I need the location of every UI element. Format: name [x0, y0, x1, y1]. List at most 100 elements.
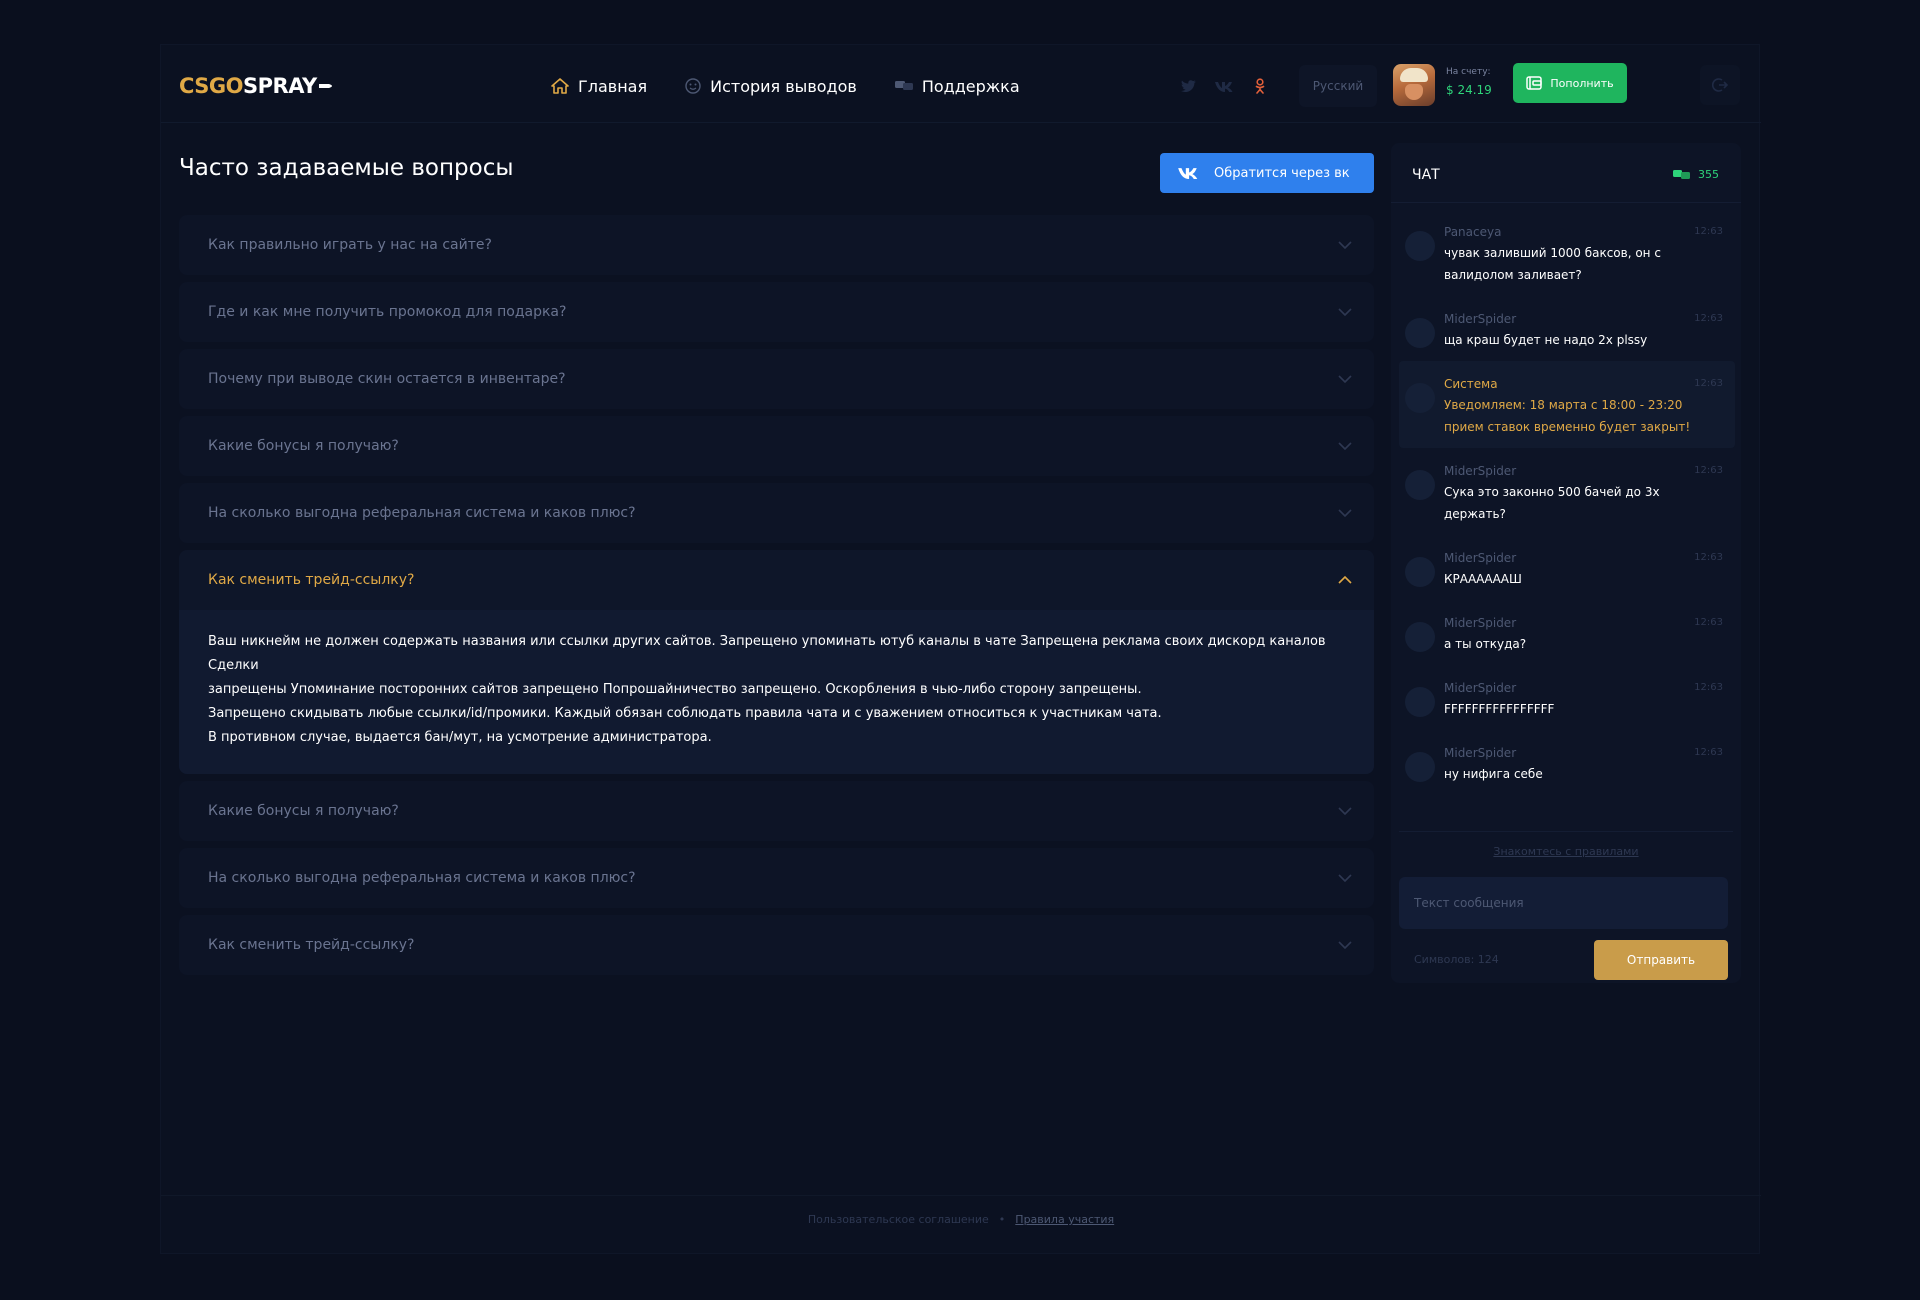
message-time: 12:63: [1694, 313, 1723, 324]
send-button[interactable]: Отправить: [1594, 940, 1728, 980]
faq-item[interactable]: Как правильно играть у нас на сайте?: [179, 215, 1374, 275]
user-avatar[interactable]: [1405, 231, 1435, 261]
message-author[interactable]: MiderSpider: [1444, 616, 1725, 630]
faq-item[interactable]: Где и как мне получить промокод для пода…: [179, 282, 1374, 342]
logo[interactable]: CSGO SPRAY: [179, 71, 335, 101]
chat-rules-link[interactable]: Знакомтесь с правилами: [1391, 845, 1741, 858]
faq-question: На сколько выгодна реферальная система и…: [208, 505, 636, 521]
faq-item[interactable]: На сколько выгодна реферальная система и…: [179, 848, 1374, 908]
faq-answer-line: В противном случае, выдается бан/мут, на…: [208, 730, 712, 745]
user-avatar[interactable]: [1405, 557, 1435, 587]
message-author[interactable]: MiderSpider: [1444, 464, 1725, 478]
message-time: 12:63: [1694, 465, 1723, 476]
chevron-down-icon: [1338, 807, 1352, 815]
chat-message: MiderSpider 12:63 FFFFFFFFFFFFFFFF: [1399, 665, 1735, 730]
faq-item-open[interactable]: Как сменить трейд-ссылку? Ваш никнейм не…: [179, 550, 1374, 774]
chat-system-message: Система 12:63 Уведомляем: 18 марта с 18:…: [1399, 361, 1735, 448]
message-text: ну нифига себе: [1444, 767, 1543, 781]
message-author[interactable]: Panaceya: [1444, 225, 1725, 239]
message-time: 12:63: [1694, 226, 1723, 237]
footer: Пользовательское соглашение • Правила уч…: [161, 1213, 1761, 1226]
logout-button[interactable]: [1700, 65, 1740, 105]
nav-home-label: Главная: [578, 76, 648, 96]
footer-separator: •: [998, 1213, 1006, 1226]
chat-message: Panaceya 12:63 чувак заливший 1000 баксо…: [1399, 209, 1735, 296]
message-author: Система: [1444, 377, 1498, 391]
chat-message: MiderSpider 12:63 а ты откуда?: [1399, 600, 1735, 665]
smile-icon: [685, 78, 701, 94]
twitter-icon[interactable]: [1179, 73, 1197, 99]
page-frame: CSGO SPRAY Главная История выводов Поддер…: [160, 44, 1761, 1254]
user-avatar[interactable]: [1405, 622, 1435, 652]
nav-home[interactable]: Главная: [551, 71, 647, 101]
vk-icon[interactable]: [1215, 73, 1233, 99]
faq-item[interactable]: Почему при выводе скин остается в инвент…: [179, 349, 1374, 409]
vk-support-button[interactable]: Обратится через вк: [1160, 153, 1374, 193]
topup-label: Пополнить: [1550, 76, 1614, 90]
faq-item[interactable]: Какие бонусы я получаю?: [179, 781, 1374, 841]
faq-question: Как сменить трейд-ссылку?: [208, 572, 415, 588]
nav-history-label: История выводов: [710, 76, 857, 96]
chevron-down-icon: [1338, 941, 1352, 949]
balance-value: $ 24.19: [1446, 83, 1492, 97]
user-agreement-link[interactable]: Пользовательское соглашение: [808, 1213, 989, 1226]
message-author[interactable]: MiderSpider: [1444, 312, 1725, 326]
logo-text-spray: SPRAY: [243, 74, 317, 98]
chevron-down-icon: [1338, 509, 1352, 517]
online-count: 355: [1673, 168, 1719, 181]
user-avatar[interactable]: [1405, 752, 1435, 782]
logout-icon: [1712, 78, 1728, 92]
faq-item[interactable]: Какие бонусы я получаю?: [179, 416, 1374, 476]
chat-message: MiderSpider 12:63 ща краш будет не надо …: [1399, 296, 1735, 361]
message-time: 12:63: [1694, 552, 1723, 563]
online-value: 355: [1698, 168, 1719, 181]
faq-list: Как правильно играть у нас на сайте? Где…: [179, 215, 1374, 982]
chevron-down-icon: [1338, 241, 1352, 249]
chevron-down-icon: [1338, 442, 1352, 450]
topup-button[interactable]: Пополнить: [1513, 63, 1627, 103]
chat-message-input[interactable]: [1399, 877, 1728, 929]
chat-message: MiderSpider 12:63 Сука это законно 500 б…: [1399, 448, 1735, 535]
chat-message: MiderSpider 12:63 КРААААААШ: [1399, 535, 1735, 600]
user-avatar[interactable]: [1405, 687, 1435, 717]
chat-panel: ЧАТ 355 Panaceya 12:63 чувак заливший 10…: [1391, 143, 1741, 983]
main-nav: Главная История выводов Поддержка: [551, 71, 1020, 101]
language-select[interactable]: Русский: [1299, 65, 1377, 107]
nav-support-label: Поддержка: [921, 76, 1020, 96]
balance: На счету: $ 24.19: [1446, 67, 1492, 97]
users-icon: [1673, 170, 1690, 179]
faq-question: Как сменить трейд-ссылку?: [208, 937, 415, 953]
odnoklassniki-icon[interactable]: [1251, 73, 1269, 99]
user-avatar[interactable]: [1405, 318, 1435, 348]
footer-divider: [161, 1195, 1761, 1196]
chevron-up-icon: [1338, 576, 1352, 584]
avatar[interactable]: [1393, 64, 1435, 106]
logo-text-csgo: CSGO: [179, 74, 244, 98]
faq-item[interactable]: Как сменить трейд-ссылку?: [179, 915, 1374, 975]
system-avatar: [1405, 383, 1435, 413]
message-text: Уведомляем: 18 марта с 18:00 - 23:20 при…: [1444, 398, 1691, 434]
message-author[interactable]: MiderSpider: [1444, 746, 1725, 760]
message-text: FFFFFFFFFFFFFFFF: [1444, 702, 1555, 716]
message-time: 12:63: [1694, 617, 1723, 628]
home-icon: [551, 78, 569, 94]
faq-question: Какие бонусы я получаю?: [208, 803, 399, 819]
nav-support[interactable]: Поддержка: [894, 71, 1020, 101]
faq-item[interactable]: На сколько выгодна реферальная система и…: [179, 483, 1374, 543]
balance-label: На счету:: [1446, 67, 1491, 77]
user-avatar[interactable]: [1405, 470, 1435, 500]
vk-icon: [1178, 168, 1198, 179]
participation-rules-link[interactable]: Правила участия: [1015, 1213, 1114, 1226]
message-time: 12:63: [1694, 682, 1723, 693]
message-text: КРААААААШ: [1444, 572, 1522, 586]
chat-message: MiderSpider 12:63 ну нифига себе: [1399, 730, 1735, 795]
chat-title: ЧАТ: [1412, 167, 1440, 183]
message-author[interactable]: MiderSpider: [1444, 551, 1725, 565]
faq-answer: Ваш никнейм не должен содержать названия…: [179, 610, 1374, 774]
faq-question: Почему при выводе скин остается в инвент…: [208, 371, 566, 387]
header: CSGO SPRAY Главная История выводов Поддер…: [161, 45, 1761, 123]
faq-question: Какие бонусы я получаю?: [208, 438, 399, 454]
nav-withdraw-history[interactable]: История выводов: [685, 71, 857, 101]
message-author[interactable]: MiderSpider: [1444, 681, 1725, 695]
bullet-icon: [318, 84, 332, 88]
